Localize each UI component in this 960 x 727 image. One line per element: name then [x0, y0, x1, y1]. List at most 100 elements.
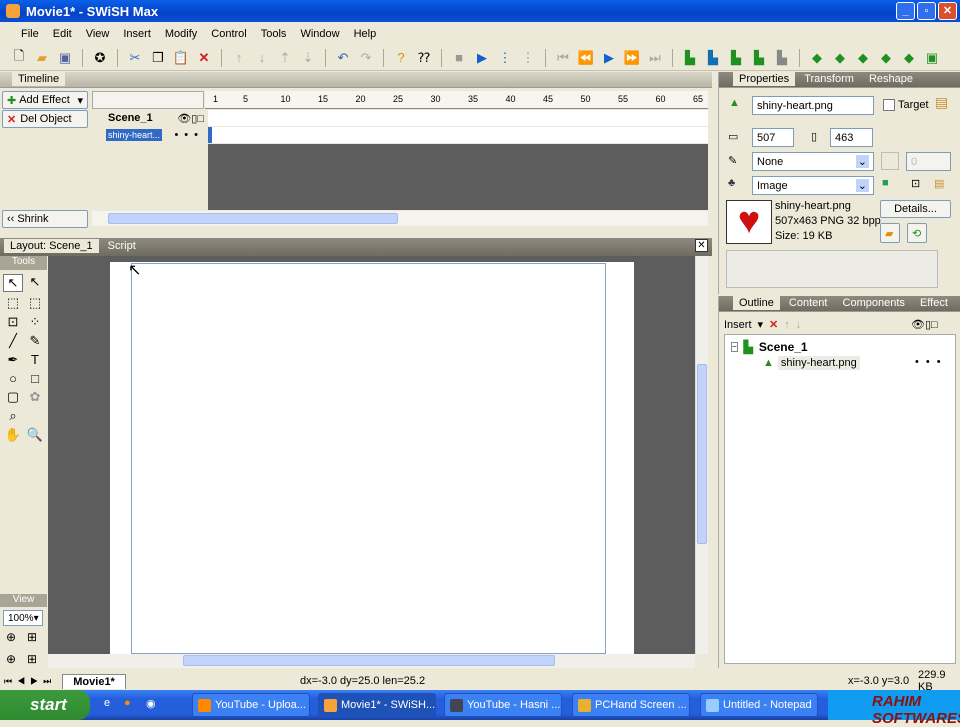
insert-scene-icon[interactable]: ▙	[681, 49, 699, 67]
next-frame-icon[interactable]: ⏩	[623, 49, 641, 67]
library-icon[interactable]: ▤	[935, 94, 948, 111]
tab-movie1[interactable]: Movie1*	[62, 673, 126, 689]
menu-help[interactable]: Help	[347, 28, 384, 40]
del-object-button[interactable]: ✕ Del Object	[2, 110, 88, 128]
copy-icon[interactable]: ❐	[149, 49, 167, 67]
width-input[interactable]: 507	[752, 128, 794, 147]
tab-transform[interactable]: Transform	[798, 72, 860, 86]
task-youtube-hasni[interactable]: YouTube - Hasni ...	[444, 693, 562, 717]
pencil-tool-icon[interactable]: ✎	[25, 333, 45, 349]
insert-script-icon[interactable]: ▣	[923, 49, 941, 67]
preview-icon[interactable]: ✪	[91, 49, 109, 67]
height-input[interactable]: 463	[830, 128, 873, 147]
tree-item-object[interactable]: ▲ shiny-heart.png	[763, 356, 860, 370]
insert-image-icon[interactable]: ▙	[773, 49, 791, 67]
tab-components[interactable]: Components	[837, 296, 911, 310]
details-button[interactable]: Details...	[880, 200, 951, 218]
insert-effect-icon[interactable]: ◆	[831, 49, 849, 67]
hand-tool-icon[interactable]: ✋	[3, 427, 23, 443]
stage-hscrollbar[interactable]	[48, 654, 695, 668]
target-checkbox[interactable]: Target	[883, 99, 929, 111]
move-down-icon[interactable]: ↓	[796, 319, 802, 331]
tab-effect[interactable]: Effect	[914, 296, 954, 310]
tab-timeline[interactable]: Timeline	[12, 72, 66, 86]
quicklaunch-ie-icon[interactable]: e	[104, 697, 110, 709]
move-bottom-icon[interactable]: ⇣	[299, 49, 317, 67]
new-icon[interactable]: 🗋	[10, 48, 28, 67]
insert-sprite-icon[interactable]: ▙	[750, 49, 768, 67]
menu-window[interactable]: Window	[293, 28, 346, 40]
tab-outline[interactable]: Outline	[733, 296, 780, 310]
zoom-fit-icon[interactable]: ⊕	[6, 630, 16, 644]
tab-script[interactable]: Script	[102, 239, 142, 253]
timeline-scene-row[interactable]: Scene_1 👁▯□	[92, 110, 204, 126]
shrink-button[interactable]: ‹‹ Shrink	[2, 210, 88, 228]
tab-layout[interactable]: Layout: Scene_1	[4, 239, 99, 253]
line-style-select[interactable]: None ⌄	[752, 152, 874, 171]
delete-icon[interactable]: ✕	[195, 49, 213, 67]
play-icon[interactable]: ▶	[473, 49, 491, 67]
menu-view[interactable]: View	[79, 28, 117, 40]
fill-style-select[interactable]: Image ⌄	[752, 176, 874, 195]
transform-tool-icon[interactable]: ⬚	[3, 295, 23, 311]
timeline-ruler[interactable]: 1 5 10 15 20 25 30 35 40 45 50 55 60 65	[205, 91, 708, 109]
image-transform-icon[interactable]: ⊡	[911, 177, 920, 190]
quicklaunch-app-icon[interactable]: ◉	[146, 697, 156, 710]
zoom-page-icon[interactable]: ⊞	[27, 652, 37, 666]
timeline-name-scroll[interactable]	[92, 91, 204, 109]
line-color-swatch[interactable]	[881, 152, 899, 170]
help-icon[interactable]: ?	[392, 49, 410, 67]
quicklaunch-firefox-icon[interactable]: ●	[124, 697, 131, 709]
insert-component-icon[interactable]: ◆	[854, 49, 872, 67]
timeline-scene-track[interactable]	[208, 110, 708, 126]
insert-shape-icon[interactable]: ◆	[877, 49, 895, 67]
menu-insert[interactable]: Insert	[116, 28, 158, 40]
import-image-icon[interactable]: ▰	[880, 223, 900, 243]
pen-tool-icon[interactable]: ✒	[3, 352, 23, 368]
zoom-select[interactable]: 100% ▾	[3, 610, 43, 626]
menu-tools[interactable]: Tools	[254, 28, 294, 40]
close-button[interactable]: ✕	[938, 2, 957, 20]
stop-icon[interactable]: ■	[450, 49, 468, 67]
tab-content[interactable]: Content	[783, 296, 834, 310]
movie-nav-buttons[interactable]: ⏮◀▶⏭	[4, 676, 56, 687]
motion-path-tool-icon[interactable]: ⊡	[3, 314, 23, 330]
menu-edit[interactable]: Edit	[46, 28, 79, 40]
add-effect-button[interactable]: ✚ Add Effect ▾	[2, 91, 88, 109]
zoom-all-icon[interactable]: ⊞	[27, 630, 37, 644]
subselect-tool-icon[interactable]: ↖	[25, 274, 45, 292]
undo-icon[interactable]: ↶	[334, 49, 352, 67]
timeline-object-row[interactable]: shiny-heart... •••	[92, 127, 204, 143]
visibility-icon[interactable]: 👁▯□	[911, 318, 938, 331]
ellipse-tool-icon[interactable]: ○	[3, 371, 23, 386]
start-button[interactable]: start	[0, 690, 90, 720]
move-top-icon[interactable]: ⇡	[276, 49, 294, 67]
task-notepad[interactable]: Untitled - Notepad	[700, 693, 818, 717]
timeline-object-track[interactable]	[208, 127, 708, 143]
tab-reshape[interactable]: Reshape	[863, 72, 919, 86]
insert-content-icon[interactable]: ◆	[808, 49, 826, 67]
redo-icon[interactable]: ↷	[357, 49, 375, 67]
image-color-icon[interactable]: ■	[882, 177, 889, 189]
insert-sound-icon[interactable]: ◆	[900, 49, 918, 67]
minimize-button[interactable]: _	[896, 2, 915, 20]
menu-file[interactable]: File	[14, 28, 46, 40]
save-icon[interactable]: ▣	[56, 49, 74, 67]
timeline-hscrollbar[interactable]	[92, 211, 708, 226]
selection-box[interactable]	[131, 263, 606, 654]
insert-text-icon[interactable]: ▙	[704, 49, 722, 67]
text-tool-icon[interactable]: T	[25, 352, 45, 368]
task-youtube-upload[interactable]: YouTube - Uploa...	[192, 693, 310, 717]
zoom-selection-icon[interactable]: ⊕	[6, 652, 16, 666]
task-pchand[interactable]: PCHand Screen ...	[572, 693, 690, 717]
maximize-button[interactable]: ▫	[917, 2, 936, 20]
prev-frame-icon[interactable]: ⏪	[577, 49, 595, 67]
line-width-input[interactable]: 0	[906, 152, 951, 171]
object-name-input[interactable]: shiny-heart.png	[752, 96, 874, 115]
fill-transform-tool-icon[interactable]: ⁘	[25, 314, 45, 330]
menu-modify[interactable]: Modify	[158, 28, 204, 40]
context-help-icon[interactable]: ⁇	[415, 49, 433, 67]
refresh-image-icon[interactable]: ⟲	[907, 223, 927, 243]
paste-icon[interactable]: 📋	[172, 49, 190, 67]
play-effect-icon[interactable]: ⋮	[519, 49, 537, 67]
